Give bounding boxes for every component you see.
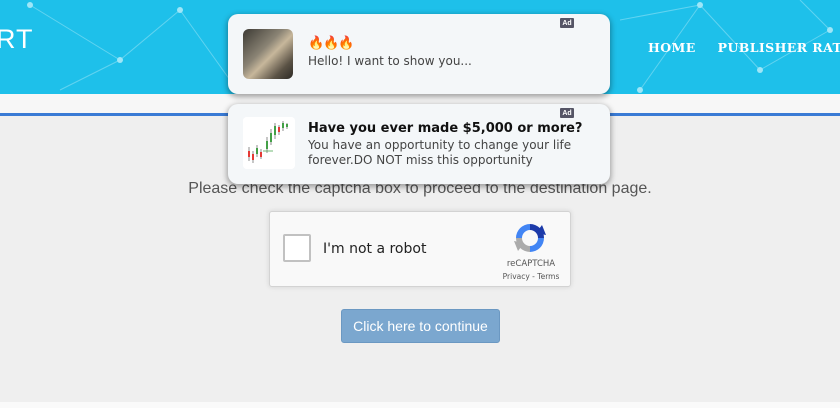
ad-thumbnail-chart bbox=[243, 117, 295, 169]
ad-thumbnail-photo bbox=[243, 29, 293, 79]
recaptcha-brand: reCAPTCHA bbox=[506, 259, 556, 269]
ad-badge: Ad bbox=[560, 108, 574, 118]
nav-publisher-rates[interactable]: PUBLISHER RATES bbox=[718, 40, 840, 55]
nav-home[interactable]: HOME bbox=[648, 40, 696, 55]
recaptcha-logo-icon bbox=[514, 224, 546, 252]
ad-notification-1[interactable]: 🔥🔥🔥 Hello! I want to show you... Ad bbox=[228, 14, 610, 94]
ad-title: 🔥🔥🔥 bbox=[308, 36, 355, 51]
ad-body: Hello! I want to show you... bbox=[308, 54, 472, 68]
footer-strip bbox=[0, 402, 840, 408]
recaptcha-privacy-terms[interactable]: Privacy - Terms bbox=[496, 272, 566, 281]
recaptcha-label: I'm not a robot bbox=[323, 241, 427, 257]
ad-body: You have an opportunity to change your l… bbox=[308, 138, 572, 167]
ad-title: Have you ever made $5,000 or more? bbox=[308, 121, 583, 136]
recaptcha-widget: I'm not a robot reCAPTCHA Privacy - Term… bbox=[269, 211, 571, 287]
main-nav: HOME PUBLISHER RATES bbox=[648, 40, 840, 55]
ad-notification-2[interactable]: Have you ever made $5,000 or more? You h… bbox=[228, 104, 610, 184]
ad-badge: Ad bbox=[560, 18, 574, 28]
continue-button[interactable]: Click here to continue bbox=[341, 309, 500, 343]
site-logo[interactable]: RT bbox=[0, 24, 34, 55]
recaptcha-checkbox[interactable] bbox=[283, 234, 311, 262]
